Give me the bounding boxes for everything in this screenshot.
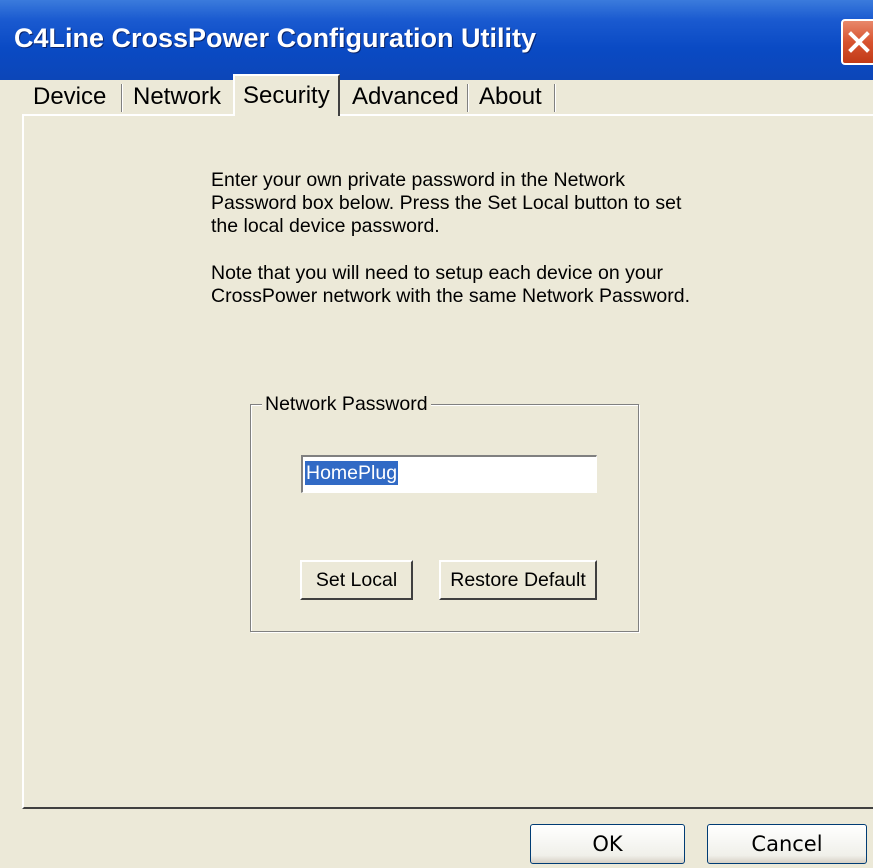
tab-label: Advanced [352, 82, 459, 110]
set-local-button[interactable]: Set Local [300, 560, 413, 600]
close-icon [848, 31, 870, 53]
tab-device[interactable]: Device [33, 80, 106, 113]
tab-label: About [479, 82, 542, 110]
instructions-paragraph: Enter your own private password in the N… [211, 169, 682, 237]
tab-label: Network [133, 82, 222, 110]
tab-security[interactable]: Security [233, 74, 340, 116]
close-button[interactable] [841, 19, 873, 65]
tab-label: Device [33, 82, 107, 110]
tab-label: Security [243, 82, 330, 109]
title-bar[interactable]: C4Line CrossPower Configuration Utility [0, 0, 873, 80]
tab-divider [554, 84, 556, 112]
restore-default-button[interactable]: Restore Default [439, 560, 597, 600]
network-password-input[interactable] [301, 455, 597, 493]
ok-button[interactable]: OK [530, 824, 685, 864]
tab-network[interactable]: Network [133, 80, 221, 113]
tab-advanced[interactable]: Advanced [352, 80, 459, 113]
window-title: C4Line CrossPower Configuration Utility [14, 23, 537, 53]
tab-divider [121, 84, 123, 112]
tab-about[interactable]: About [479, 80, 542, 113]
cancel-button[interactable]: Cancel [707, 824, 867, 864]
note-paragraph: Note that you will need to setup each de… [211, 262, 690, 307]
group-label: Network Password [262, 393, 431, 416]
tab-divider [467, 84, 469, 112]
